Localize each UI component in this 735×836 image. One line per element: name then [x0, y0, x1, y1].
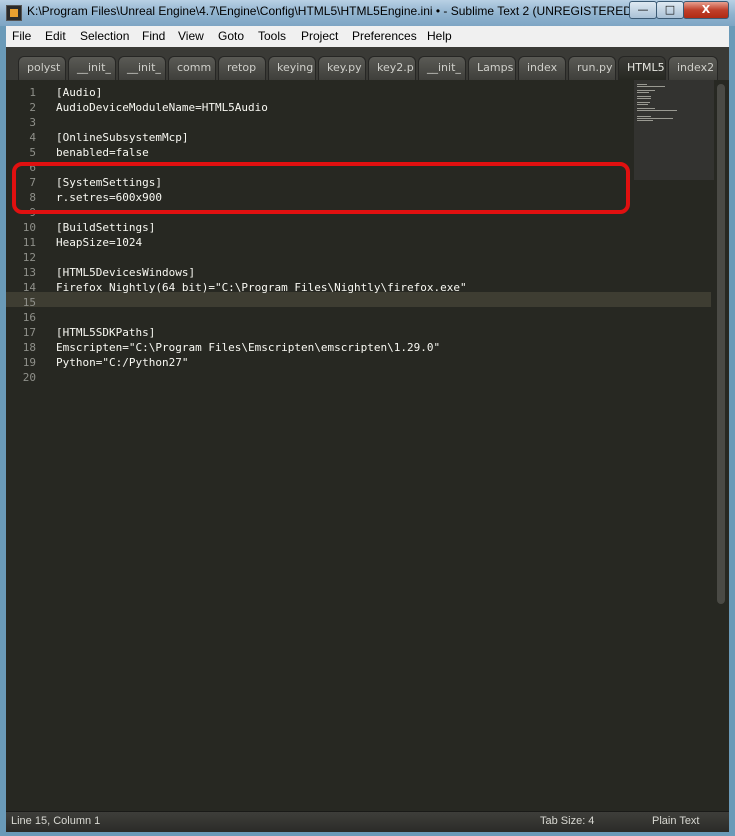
tab-bar: polyst __init_ __init_ comm retop keying…: [6, 47, 729, 80]
tab-polyst[interactable]: polyst: [18, 56, 66, 80]
minimap-line: [637, 118, 673, 119]
code-line[interactable]: benabled=false: [56, 146, 149, 159]
line-number: 15: [22, 296, 36, 309]
line-number: 17: [22, 326, 36, 339]
minimap-line: [637, 96, 651, 97]
line-number: 18: [22, 341, 36, 354]
menu-file[interactable]: File: [12, 29, 31, 43]
vertical-scrollbar[interactable]: [717, 84, 725, 604]
minimap-line: [637, 98, 651, 99]
menu-bar: File Edit Selection Find View Goto Tools…: [6, 26, 729, 48]
cursor-position: Line 15, Column 1: [11, 815, 101, 827]
line-number: 1: [29, 86, 36, 99]
tab-lamps[interactable]: Lamps: [468, 56, 516, 80]
maximize-button[interactable]: □: [656, 1, 684, 19]
minimap-line: [637, 86, 665, 87]
code-line[interactable]: Firefox Nightly(64 bit)="C:\Program File…: [56, 281, 467, 294]
line-number: 11: [22, 236, 36, 249]
menu-help[interactable]: Help: [427, 29, 452, 43]
minimap-line: [637, 116, 651, 117]
minimap-line: [637, 84, 647, 85]
line-number: 3: [29, 116, 36, 129]
line-number: 20: [22, 371, 36, 384]
minimap-line: [637, 108, 655, 109]
tab-size-selector[interactable]: Tab Size: 4: [540, 815, 594, 827]
title-bar: K:\Program Files\Unreal Engine\4.7\Engin…: [0, 0, 735, 26]
sublime-app-icon: [6, 5, 22, 21]
tab-init-3[interactable]: __init_: [418, 56, 466, 80]
line-number: 5: [29, 146, 36, 159]
minimap-line: [637, 110, 677, 111]
tab-key-py[interactable]: key.py: [318, 56, 366, 80]
tab-init-2[interactable]: __init_: [118, 56, 166, 80]
code-line[interactable]: HeapSize=1024: [56, 236, 142, 249]
line-number: 2: [29, 101, 36, 114]
menu-project[interactable]: Project: [301, 29, 338, 43]
current-line-highlight: [6, 292, 711, 307]
code-line[interactable]: [BuildSettings]: [56, 221, 155, 234]
menu-tools[interactable]: Tools: [258, 29, 286, 43]
line-number: 12: [22, 251, 36, 264]
editor-pane[interactable]: 1 2 3 4 5 6 7 8 9 10 11 12 13 14 15 16 17 18 19 20 [Audio] A…: [6, 80, 729, 811]
menu-preferences[interactable]: Preferences: [352, 29, 417, 43]
syntax-selector[interactable]: Plain Text: [652, 815, 700, 827]
status-bar: Line 15, Column 1 Tab Size: 4 Plain Text: [6, 811, 729, 832]
code-line[interactable]: [Audio]: [56, 86, 102, 99]
tab-key2[interactable]: key2.p: [368, 56, 416, 80]
minimap[interactable]: [634, 80, 714, 180]
code-line[interactable]: AudioDeviceModuleName=HTML5Audio: [56, 101, 268, 114]
menu-find[interactable]: Find: [142, 29, 165, 43]
tab-init-1[interactable]: __init_: [68, 56, 116, 80]
minimize-button[interactable]: —: [629, 1, 657, 19]
code-line[interactable]: [HTML5SDKPaths]: [56, 326, 155, 339]
menu-edit[interactable]: Edit: [45, 29, 66, 43]
minimap-line: [637, 104, 648, 105]
line-number: 14: [22, 281, 36, 294]
code-line[interactable]: Emscripten="C:\Program Files\Emscripten\…: [56, 341, 440, 354]
close-button[interactable]: X: [683, 1, 729, 19]
tab-retop[interactable]: retop: [218, 56, 266, 80]
line-number: 19: [22, 356, 36, 369]
tab-index[interactable]: index: [518, 56, 566, 80]
minimap-line: [637, 120, 653, 121]
line-number: 13: [22, 266, 36, 279]
tab-run-py[interactable]: run.py: [568, 56, 616, 80]
code-line[interactable]: [OnlineSubsystemMcp]: [56, 131, 188, 144]
tab-keying[interactable]: keying: [268, 56, 316, 80]
line-number: 10: [22, 221, 36, 234]
line-number: 4: [29, 131, 36, 144]
menu-goto[interactable]: Goto: [218, 29, 244, 43]
red-highlight-annotation: [12, 162, 630, 214]
menu-view[interactable]: View: [178, 29, 204, 43]
minimap-line: [637, 92, 649, 93]
minimap-line: [637, 90, 655, 91]
tab-html5-active[interactable]: HTML5: [618, 56, 666, 80]
window-title: K:\Program Files\Unreal Engine\4.7\Engin…: [27, 4, 636, 18]
code-line[interactable]: [HTML5DevicesWindows]: [56, 266, 195, 279]
line-number: 16: [22, 311, 36, 324]
tab-comm[interactable]: comm: [168, 56, 216, 80]
tab-index2[interactable]: index2: [668, 56, 718, 80]
code-line[interactable]: Python="C:/Python27": [56, 356, 188, 369]
minimap-line: [637, 102, 650, 103]
menu-selection[interactable]: Selection: [80, 29, 129, 43]
